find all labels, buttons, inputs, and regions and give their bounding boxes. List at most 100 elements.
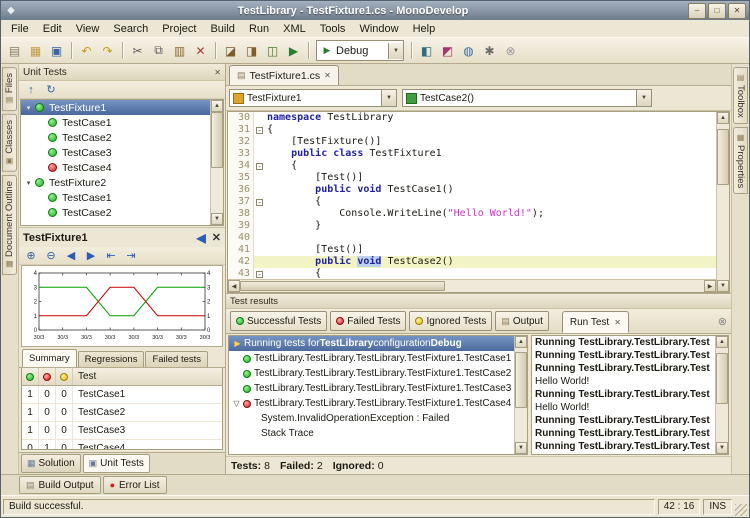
close-pad-icon[interactable]: ⊗ bbox=[718, 315, 727, 328]
editor-vertical-scrollbar[interactable]: ▲ ▼ bbox=[716, 112, 729, 292]
scroll-down-icon[interactable]: ▼ bbox=[716, 442, 728, 454]
build-icon[interactable]: ◪ bbox=[220, 41, 241, 61]
summary-row[interactable]: 010TestCase4 bbox=[22, 440, 222, 450]
tab-summary[interactable]: Summary bbox=[22, 349, 77, 367]
settings-icon[interactable]: ✱ bbox=[479, 41, 500, 61]
expander-icon[interactable]: ▾ bbox=[23, 179, 34, 187]
delete-icon[interactable]: ✕ bbox=[190, 41, 211, 61]
summary-row[interactable]: 100TestCase1 bbox=[22, 386, 222, 404]
close-button[interactable]: ✕ bbox=[728, 3, 746, 19]
tree-item[interactable]: ▾TestFixture2 bbox=[21, 175, 210, 190]
scroll-left-icon[interactable]: ◀ bbox=[228, 280, 240, 292]
scroll-up-icon[interactable]: ▲ bbox=[717, 112, 729, 124]
code-line[interactable]: 43- { bbox=[228, 268, 716, 279]
close-icon[interactable]: ✕ bbox=[212, 231, 221, 244]
chevron-down-icon[interactable]: ▼ bbox=[381, 90, 396, 106]
tab-regressions[interactable]: Regressions bbox=[78, 351, 145, 367]
tree-item[interactable]: TestCase1 bbox=[21, 115, 210, 130]
new-file-icon[interactable]: ▤ bbox=[4, 41, 25, 61]
editor-horizontal-scrollbar[interactable]: ◀ ▶ bbox=[228, 279, 716, 292]
scrollbar-thumb[interactable] bbox=[211, 112, 223, 168]
result-row[interactable]: Stack Trace bbox=[229, 426, 514, 441]
redo-icon[interactable]: ↷ bbox=[97, 41, 118, 61]
result-row[interactable]: System.InvalidOperationException : Faile… bbox=[229, 411, 514, 426]
scroll-down-icon[interactable]: ▼ bbox=[717, 280, 729, 292]
code-line[interactable]: 40 bbox=[228, 232, 716, 244]
scrollbar-thumb[interactable] bbox=[717, 129, 729, 185]
code-line[interactable]: 37- { bbox=[228, 196, 716, 208]
close-pad-icon[interactable]: ✕ bbox=[214, 68, 221, 77]
scroll-up-icon[interactable]: ▲ bbox=[515, 336, 527, 348]
expander-icon[interactable]: ▾ bbox=[23, 104, 34, 112]
code-line[interactable]: 34- { bbox=[228, 160, 716, 172]
result-row[interactable]: TestLibrary.TestLibrary.TestLibrary.Test… bbox=[229, 366, 514, 381]
run-all-tests-icon[interactable]: ↑ bbox=[22, 82, 40, 97]
chevron-down-icon[interactable]: ▼ bbox=[388, 43, 403, 59]
first-result-icon[interactable]: ⇤ bbox=[102, 248, 120, 263]
menu-run[interactable]: Run bbox=[242, 22, 276, 36]
fold-marker-icon[interactable]: - bbox=[256, 163, 263, 170]
tab-classes[interactable]: ▣Classes bbox=[2, 114, 17, 172]
output-button[interactable]: ▤Output bbox=[495, 311, 549, 331]
stop-process-icon[interactable]: ⊗ bbox=[500, 41, 521, 61]
tab-toolbox[interactable]: ▤Toolbox bbox=[733, 67, 748, 124]
tree-item[interactable]: TestCase1 bbox=[21, 190, 210, 205]
result-row[interactable]: ▶Running tests for TestLibrary configura… bbox=[229, 336, 514, 351]
menu-search[interactable]: Search bbox=[106, 22, 155, 36]
code-line[interactable]: 39 } bbox=[228, 220, 716, 232]
menu-project[interactable]: Project bbox=[155, 22, 203, 36]
last-result-icon[interactable]: ⇥ bbox=[122, 248, 140, 263]
code-lines[interactable]: 30namespace TestLibrary31-{32 [TestFixtu… bbox=[228, 112, 716, 279]
minimize-button[interactable]: – bbox=[688, 3, 706, 19]
result-row[interactable]: TestLibrary.TestLibrary.TestLibrary.Test… bbox=[229, 351, 514, 366]
summary-row[interactable]: 100TestCase2 bbox=[22, 404, 222, 422]
code-line[interactable]: 42 public void TestCase2() bbox=[228, 256, 716, 268]
member-combo[interactable]: TestCase2() ▼ bbox=[402, 89, 652, 107]
next-result-icon[interactable]: ▶ bbox=[82, 248, 100, 263]
scroll-right-icon[interactable]: ▶ bbox=[704, 280, 716, 292]
code-line[interactable]: 36 public void TestCase1() bbox=[228, 184, 716, 196]
ignored-tests-button[interactable]: Ignored Tests bbox=[409, 311, 492, 331]
fold-marker-icon[interactable]: - bbox=[256, 127, 263, 134]
editor-tab[interactable]: ▤ TestFixture1.cs ✕ bbox=[229, 65, 339, 85]
menu-file[interactable]: File bbox=[4, 22, 36, 36]
tree-item[interactable]: TestCase2 bbox=[21, 130, 210, 145]
titlebar[interactable]: ◆ TestLibrary - TestFixture1.cs - MonoDe… bbox=[1, 1, 749, 20]
package-icon[interactable]: ◨ bbox=[241, 41, 262, 61]
refresh-tests-icon[interactable]: ↻ bbox=[42, 82, 60, 97]
back-icon[interactable]: ◀ bbox=[197, 231, 206, 245]
scrollbar-thumb[interactable] bbox=[716, 353, 728, 405]
copy-icon[interactable]: ⧉ bbox=[148, 41, 169, 61]
menu-build[interactable]: Build bbox=[203, 22, 241, 36]
tree-item[interactable]: TestCase4 bbox=[21, 160, 210, 175]
resize-grip[interactable] bbox=[735, 504, 747, 516]
scroll-up-icon[interactable]: ▲ bbox=[211, 100, 223, 112]
result-row[interactable]: TestLibrary.TestLibrary.TestLibrary.Test… bbox=[229, 381, 514, 396]
open-icon[interactable]: ▦ bbox=[25, 41, 46, 61]
menu-tools[interactable]: Tools bbox=[313, 22, 353, 36]
output-vertical-scrollbar[interactable]: ▲ ▼ bbox=[715, 336, 728, 454]
code-line[interactable]: 30namespace TestLibrary bbox=[228, 112, 716, 124]
code-line[interactable]: 32 [TestFixture()] bbox=[228, 136, 716, 148]
chevron-down-icon[interactable]: ▼ bbox=[636, 90, 651, 106]
close-tab-icon[interactable]: ✕ bbox=[324, 71, 331, 80]
tree-item[interactable]: TestCase3 bbox=[21, 145, 210, 160]
paste-icon[interactable]: ▥ bbox=[169, 41, 190, 61]
tab-unit-tests[interactable]: ▣Unit Tests bbox=[83, 454, 150, 473]
profiler-icon[interactable]: ◧ bbox=[416, 41, 437, 61]
prev-result-icon[interactable]: ◀ bbox=[62, 248, 80, 263]
code-line[interactable]: 31-{ bbox=[228, 124, 716, 136]
scrollbar-thumb[interactable] bbox=[515, 352, 527, 408]
deploy-icon[interactable]: ◫ bbox=[262, 41, 283, 61]
successful-tests-button[interactable]: Successful Tests bbox=[230, 311, 327, 331]
configuration-combo[interactable]: ▶ Debug ▼ bbox=[316, 40, 404, 61]
scroll-down-icon[interactable]: ▼ bbox=[515, 442, 527, 454]
tree-item[interactable]: TestCase2 bbox=[21, 205, 210, 220]
tree-item[interactable]: ▾TestFixture1 bbox=[21, 100, 210, 115]
scroll-down-icon[interactable]: ▼ bbox=[211, 213, 223, 225]
zoom-out-icon[interactable]: ⊖ bbox=[42, 248, 60, 263]
tab-document-outline[interactable]: ▦Document Outline bbox=[2, 175, 17, 275]
maximize-button[interactable]: □ bbox=[708, 3, 726, 19]
class-combo[interactable]: TestFixture1 ▼ bbox=[229, 89, 397, 107]
fold-marker-icon[interactable]: - bbox=[256, 199, 263, 206]
